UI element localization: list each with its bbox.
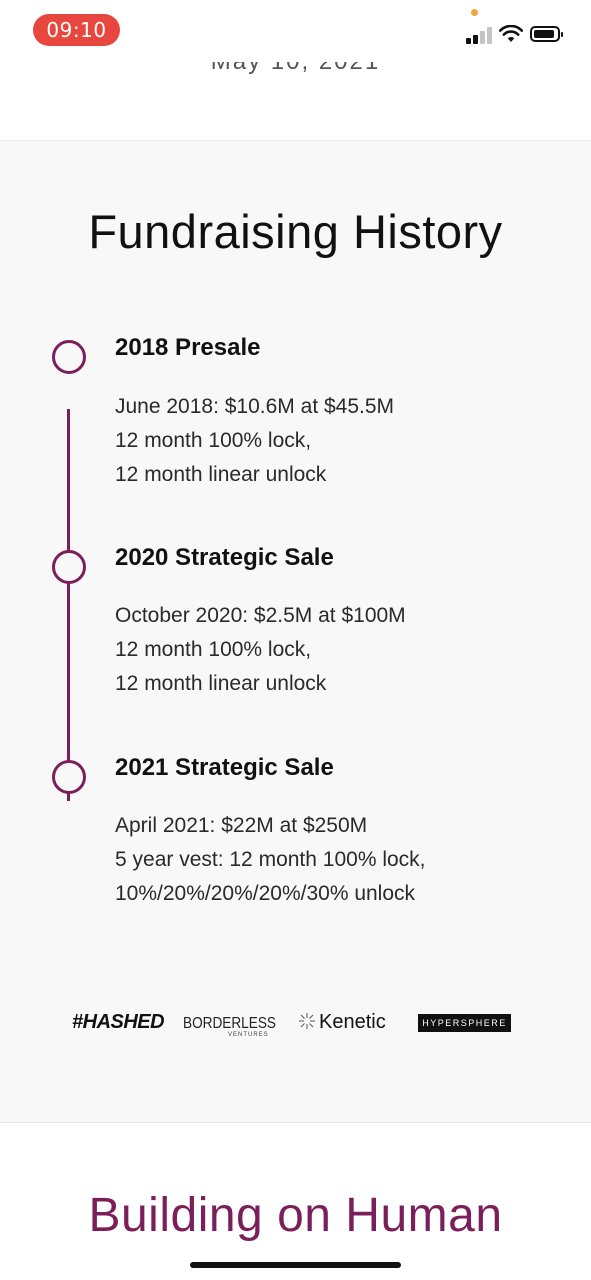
event-details: June 2018: $10.6M at $45.5M 12 month 100… [115, 390, 394, 492]
battery-icon [530, 26, 563, 42]
event-detail-line: 12 month linear unlock [115, 463, 327, 486]
event-details: October 2020: $2.5M at $100M 12 month 10… [115, 599, 406, 701]
wifi-icon [499, 25, 523, 42]
status-time: 09:10 [33, 14, 120, 46]
kenetic-logo-text: Kenetic [319, 1011, 386, 1033]
event-title: 2020 Strategic Sale [115, 544, 334, 571]
section-title: Fundraising History [88, 205, 503, 258]
event-detail-line: June 2018: $10.6M at $45.5M [115, 395, 395, 418]
event-detail-line: 10%/20%/20%/20%/30% unlock [115, 882, 416, 905]
event-detail-line: April 2021: $22M at $250M [115, 814, 368, 837]
home-indicator[interactable] [190, 1262, 401, 1268]
timeline-line [67, 409, 70, 801]
borderless-logo: BORDERLESS [183, 1015, 276, 1032]
hypersphere-logo: HYPERSPHERE [418, 1014, 511, 1032]
event-details: April 2021: $22M at $250M 5 year vest: 1… [115, 809, 426, 911]
status-bar: 09:10 [0, 0, 591, 62]
event-title: 2021 Strategic Sale [115, 754, 334, 781]
hashed-logo: #HASHED [72, 1011, 165, 1033]
kenetic-burst-icon [299, 1013, 315, 1029]
timeline-node-2020 [52, 550, 86, 584]
cellular-signal-icon [466, 27, 494, 44]
event-title: 2018 Presale [115, 334, 261, 361]
timeline-node-2018 [52, 340, 86, 374]
kenetic-logo: Kenetic [298, 1011, 386, 1034]
event-detail-line: 12 month linear unlock [115, 672, 327, 695]
event-detail-line: 12 month 100% lock, [115, 638, 312, 661]
event-detail-line: 12 month 100% lock, [115, 429, 312, 452]
borderless-logo-subtitle: VENTURES [228, 1032, 269, 1038]
next-section-title: Building on Human [88, 1189, 503, 1242]
timeline-node-2021 [52, 760, 86, 794]
privacy-indicator-dot [471, 9, 478, 16]
event-detail-line: October 2020: $2.5M at $100M [115, 604, 406, 627]
fundraising-history-section: Fundraising History 2018 Presale June 20… [0, 141, 591, 1123]
event-detail-line: 5 year vest: 12 month 100% lock, [115, 848, 426, 871]
